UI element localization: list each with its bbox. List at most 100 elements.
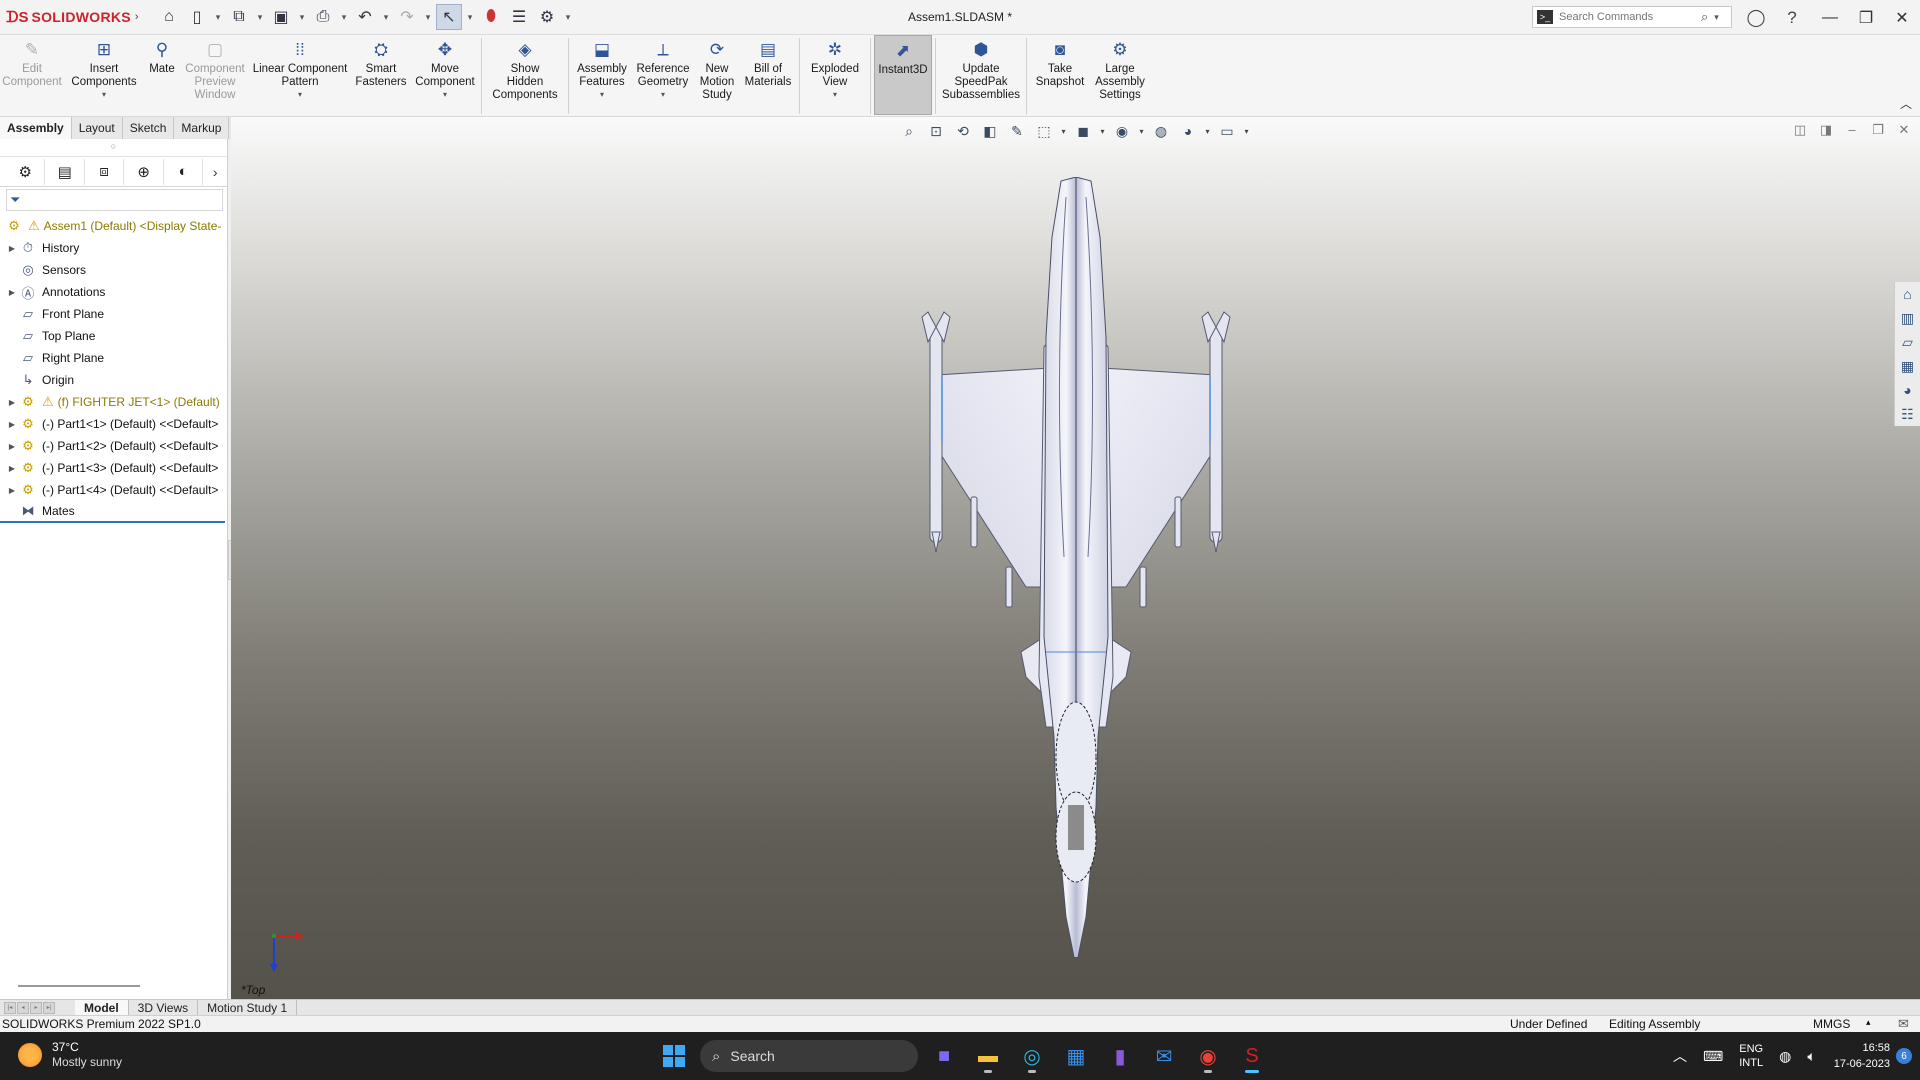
minimize-icon[interactable]: — bbox=[1812, 0, 1848, 35]
ribbon-button-large-assembly[interactable]: ⚙ Large Assembly Settings bbox=[1090, 35, 1150, 115]
edit-appearance-icon[interactable]: ◍ bbox=[1149, 120, 1173, 142]
search-commands[interactable]: >_ ⌕ ▾ bbox=[1532, 6, 1732, 28]
tree-item-part1-1-default-default[interactable]: ▶ ⚙ (-) Part1<1> (Default) <<Default> bbox=[0, 413, 227, 435]
viewport-close-icon[interactable]: ✕ bbox=[1896, 122, 1912, 138]
file-explorer-icon[interactable]: ▱ bbox=[1895, 330, 1920, 354]
design-library-icon[interactable]: ▥ bbox=[1895, 306, 1920, 330]
dropdown-arrow-icon[interactable]: ▾ bbox=[298, 90, 302, 99]
close-icon[interactable]: ✕ bbox=[1884, 0, 1920, 35]
teams-icon[interactable]: ■ bbox=[926, 1038, 962, 1074]
ribbon-button-motion-study[interactable]: ⟳ New Motion Study bbox=[694, 35, 740, 115]
tab-layout[interactable]: Layout bbox=[71, 117, 123, 139]
previous-view-icon[interactable]: ⟲ bbox=[951, 120, 975, 142]
user-account-icon[interactable]: ◯ bbox=[1738, 0, 1774, 35]
last-tab-icon[interactable]: ▸| bbox=[43, 1001, 55, 1014]
solidworks-app-icon[interactable]: S bbox=[1234, 1038, 1270, 1074]
expand-arrow-icon[interactable]: ▶ bbox=[6, 288, 18, 297]
save-icon[interactable]: ▣ bbox=[268, 4, 294, 30]
options-icon[interactable]: ⚙ bbox=[534, 4, 560, 30]
open-icon[interactable]: ⧉ bbox=[226, 4, 252, 30]
dimxpert-manager-tab-icon[interactable]: ⊕ bbox=[124, 158, 164, 185]
tree-item-part1-2-default-default[interactable]: ▶ ⚙ (-) Part1<2> (Default) <<Default> bbox=[0, 435, 227, 457]
dynamic-annotation-icon[interactable]: ✎ bbox=[1005, 120, 1029, 142]
chat-icon[interactable]: ✉ bbox=[1898, 1016, 1909, 1032]
tree-item-origin[interactable]: ↳ Origin bbox=[0, 369, 227, 391]
search-dropdown-icon[interactable]: ▾ bbox=[1714, 12, 1719, 23]
open-dropdown-icon[interactable]: ▾ bbox=[254, 4, 266, 30]
ribbon-button-assembly-features[interactable]: ⬓ Assembly Features ▾ bbox=[572, 35, 632, 115]
print-dropdown-icon[interactable]: ▾ bbox=[338, 4, 350, 30]
file-explorer-icon[interactable]: ▬ bbox=[970, 1038, 1006, 1074]
graphics-area[interactable]: ⌕ ⊡ ⟲ ◧ ✎ ⬚ ▾ ◼ ▾ ◉ ▾ ◍ ◕ ▾ ▭ ▾ ◫ ◨ – ❐ … bbox=[231, 117, 1920, 999]
tree-item-part1-3-default-default[interactable]: ▶ ⚙ (-) Part1<3> (Default) <<Default> bbox=[0, 457, 227, 479]
ribbon-button-component-preview[interactable]: ▢ Component Preview Window bbox=[180, 35, 250, 115]
custom-properties-icon[interactable]: ☷ bbox=[1895, 402, 1920, 426]
weather-widget[interactable]: 37°C Mostly sunny bbox=[18, 1040, 122, 1070]
help-icon[interactable]: ? bbox=[1774, 0, 1810, 35]
show-hidden-icons-chevron-icon[interactable]: ︿ bbox=[1673, 1046, 1687, 1066]
dropdown-arrow-icon[interactable]: ▾ bbox=[661, 90, 665, 99]
collapse-ribbon-icon[interactable]: ︿ bbox=[1900, 95, 1912, 112]
volume-icon[interactable]: 🔈︎ bbox=[1807, 1048, 1815, 1065]
view-palette-icon[interactable]: ▦ bbox=[1895, 354, 1920, 378]
app-bars-icon[interactable]: ▮ bbox=[1102, 1038, 1138, 1074]
search-icon[interactable]: ⌕ bbox=[1701, 9, 1708, 25]
select-icon[interactable]: ↖ bbox=[436, 4, 462, 30]
expand-arrow-icon[interactable]: ▶ bbox=[6, 486, 18, 495]
file-properties-icon[interactable]: ☰ bbox=[506, 4, 532, 30]
zoom-to-area-icon[interactable]: ⊡ bbox=[924, 120, 948, 142]
solidworks-resources-icon[interactable]: ⌂ bbox=[1895, 282, 1920, 306]
viewport-minimize-icon[interactable]: – bbox=[1844, 122, 1860, 138]
tree-item-annotations[interactable]: ▶ Ⓐ Annotations bbox=[0, 281, 227, 303]
tree-item-history[interactable]: ▶ ⏱ History bbox=[0, 237, 227, 259]
expand-arrow-icon[interactable]: ▶ bbox=[6, 398, 18, 407]
undo-icon[interactable]: ↶ bbox=[352, 4, 378, 30]
expand-arrow-icon[interactable]: ▶ bbox=[6, 420, 18, 429]
tree-item-right-plane[interactable]: ▱ Right Plane bbox=[0, 347, 227, 369]
language-indicator[interactable]: ENG INTL bbox=[1739, 1042, 1763, 1070]
ribbon-button-move-component[interactable]: ✥ Move Component ▾ bbox=[412, 35, 478, 115]
hide-show-items-icon[interactable]: ◉ bbox=[1110, 120, 1134, 142]
store-icon[interactable]: ▦ bbox=[1058, 1038, 1094, 1074]
clock[interactable]: 16:58 17-06-2023 bbox=[1834, 1040, 1890, 1072]
viewport-expand-icon[interactable]: ◫ bbox=[1792, 122, 1808, 138]
select-dropdown-icon[interactable]: ▾ bbox=[464, 4, 476, 30]
horizontal-scrollbar[interactable] bbox=[18, 985, 140, 987]
configuration-manager-tab-icon[interactable]: ⧈ bbox=[85, 158, 125, 185]
model-tab-motion-study-1[interactable]: Motion Study 1 bbox=[198, 999, 298, 1016]
fighter-jet-model[interactable] bbox=[876, 177, 1276, 957]
ribbon-button-reference-geometry[interactable]: ⟂ Reference Geometry ▾ bbox=[632, 35, 694, 115]
display-manager-tab-icon[interactable]: ◐ bbox=[164, 158, 204, 185]
viewport-restore-icon[interactable]: ❐ bbox=[1870, 122, 1886, 138]
view-settings-dropdown-icon[interactable]: ▾ bbox=[1242, 120, 1251, 142]
ribbon-button-instant3d[interactable]: ⬈ Instant3D bbox=[874, 35, 932, 115]
tree-item-top-plane[interactable]: ▱ Top Plane bbox=[0, 325, 227, 347]
print-icon[interactable]: ⎙ bbox=[310, 4, 336, 30]
view-orientation-dropdown-icon[interactable]: ▾ bbox=[1059, 120, 1068, 142]
expand-arrow-icon[interactable]: ▶ bbox=[6, 442, 18, 451]
new-icon[interactable]: ▯ bbox=[184, 4, 210, 30]
hide-show-dropdown-icon[interactable]: ▾ bbox=[1137, 120, 1146, 142]
tree-root-assembly[interactable]: ⚙ ⚠ Assem1 (Default) <Display State- bbox=[0, 215, 227, 237]
rebuild-icon[interactable]: ⬮ bbox=[478, 4, 504, 30]
tab-sketch[interactable]: Sketch bbox=[122, 117, 175, 139]
taskbar-search[interactable]: ⌕ Search bbox=[700, 1040, 918, 1072]
redo-icon[interactable]: ↷ bbox=[394, 4, 420, 30]
tab-assembly[interactable]: Assembly bbox=[0, 117, 72, 139]
tree-item-front-plane[interactable]: ▱ Front Plane bbox=[0, 303, 227, 325]
options-dropdown-icon[interactable]: ▾ bbox=[562, 4, 574, 30]
prev-tab-icon[interactable]: ◂ bbox=[17, 1001, 29, 1014]
model-tab-3d-views[interactable]: 3D Views bbox=[129, 999, 199, 1016]
feature-manager-tab-icon[interactable]: ⚙ bbox=[6, 158, 46, 185]
display-style-dropdown-icon[interactable]: ▾ bbox=[1098, 120, 1107, 142]
save-dropdown-icon[interactable]: ▾ bbox=[296, 4, 308, 30]
model-tab-model[interactable]: Model bbox=[75, 999, 129, 1016]
more-tabs-chevron-icon[interactable]: › bbox=[203, 159, 227, 185]
next-tab-icon[interactable]: ▸ bbox=[30, 1001, 42, 1014]
apply-scene-icon[interactable]: ◕ bbox=[1176, 120, 1200, 142]
solidworks-menu-button[interactable]: ᗪS SOLIDWORKS › bbox=[0, 0, 139, 35]
restore-icon[interactable]: ❐ bbox=[1848, 0, 1884, 35]
ribbon-button-exploded-view[interactable]: ✲ Exploded View ▾ bbox=[803, 35, 867, 115]
dropdown-arrow-icon[interactable]: ▾ bbox=[102, 90, 106, 99]
new-dropdown-icon[interactable]: ▾ bbox=[212, 4, 224, 30]
